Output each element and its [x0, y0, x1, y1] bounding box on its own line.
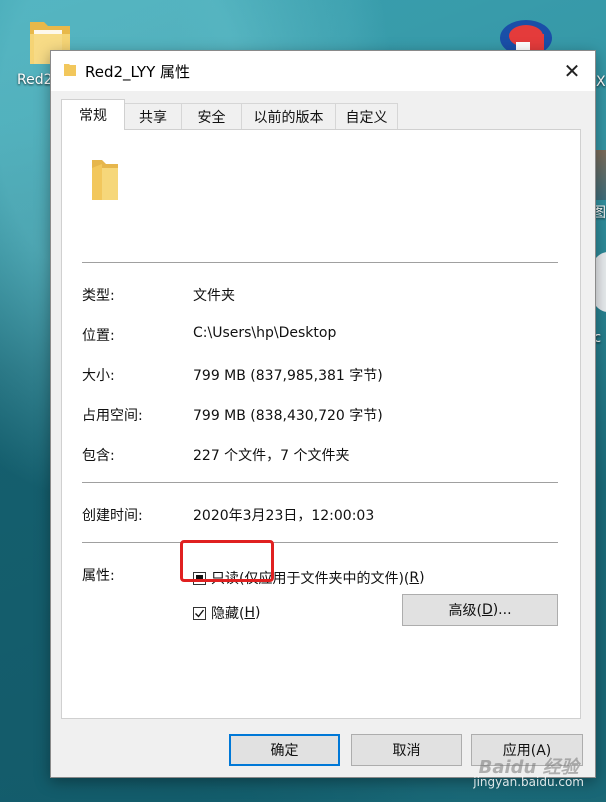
attributes-label: 属性:	[82, 568, 115, 584]
readonly-label-tail: )	[419, 570, 425, 586]
checkbox-checked-icon	[193, 606, 206, 620]
readonly-accesskey: R	[409, 570, 420, 586]
tab-label: 以前的版本	[253, 109, 324, 126]
tab-previous-versions[interactable]: 以前的版本	[241, 103, 336, 129]
created-value: 2020年3月23日，12:00:03	[193, 508, 375, 524]
title-bar[interactable]: Red2_LYY 属性 ✕	[51, 51, 595, 91]
desktop-icon-label-x: X	[596, 74, 606, 90]
separator	[82, 482, 558, 483]
advanced-button[interactable]: 高级(D)...	[402, 594, 558, 626]
close-button[interactable]: ✕	[549, 51, 595, 91]
general-tab-panel: 类型: 文件夹 位置: C:\Users\hp\Desktop 大小: 799 …	[61, 129, 581, 719]
hidden-label-tail: )	[255, 605, 261, 621]
baidu-watermark: Baidu 经验 jingyan.baidu.com	[473, 757, 584, 790]
cancel-label: 取消	[392, 743, 421, 759]
folder-icon	[64, 64, 76, 76]
tab-label: 安全	[197, 109, 226, 126]
disk-size-label: 占用空间:	[82, 408, 143, 424]
dialog-title: Red2_LYY 属性	[85, 63, 191, 81]
contains-value: 227 个文件，7 个文件夹	[193, 448, 350, 464]
tab-label: 共享	[139, 109, 167, 126]
folder-large-icon	[92, 160, 118, 200]
tab-security[interactable]: 安全	[181, 103, 242, 129]
tab-customize[interactable]: 自定义	[335, 103, 398, 129]
location-value[interactable]: C:\Users\hp\Desktop	[193, 325, 336, 341]
ok-label: 确定	[270, 743, 299, 759]
hidden-checkbox[interactable]: 隐藏(H)	[193, 603, 260, 623]
desktop-icon-label: Red2	[17, 72, 53, 88]
watermark-logo-text: Baidu 经验	[478, 757, 579, 778]
hidden-accesskey: H	[244, 605, 255, 621]
advanced-label-tail: )...	[492, 602, 512, 618]
tab-general[interactable]: 常规	[61, 99, 125, 130]
close-icon: ✕	[563, 59, 581, 83]
size-label: 大小:	[82, 368, 115, 384]
created-label: 创建时间:	[82, 508, 143, 524]
disk-size-value: 799 MB (838,430,720 字节)	[193, 408, 383, 424]
location-label: 位置:	[82, 328, 115, 344]
separator	[82, 262, 558, 263]
advanced-accesskey: D	[481, 602, 493, 618]
size-value: 799 MB (837,985,381 字节)	[193, 368, 383, 384]
type-label: 类型:	[82, 288, 115, 304]
ok-button[interactable]: 确定	[229, 734, 340, 766]
properties-dialog: Red2_LYY 属性 ✕ 常规 共享 安全 以前的版本 自定义 类型: 文件夹…	[50, 50, 596, 778]
watermark-url: jingyan.baidu.com	[473, 775, 584, 789]
separator	[82, 542, 558, 543]
advanced-label: 高级(	[448, 603, 482, 619]
tab-label: 常规	[79, 108, 107, 124]
type-value: 文件夹	[193, 288, 235, 304]
contains-label: 包含:	[82, 448, 115, 464]
cancel-button[interactable]: 取消	[351, 734, 462, 766]
highlight-annotation	[180, 540, 274, 582]
tab-sharing[interactable]: 共享	[124, 103, 182, 129]
hidden-label: 隐藏(	[211, 606, 245, 622]
tab-label: 自定义	[345, 109, 388, 126]
